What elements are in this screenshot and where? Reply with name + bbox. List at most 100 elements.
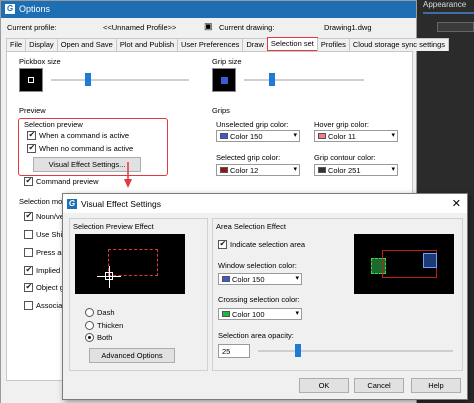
thicken-radio[interactable] [85, 321, 94, 330]
preview-label: Preview [19, 106, 46, 115]
preview-dashed-rect [108, 249, 158, 276]
command-preview-label: Command preview [36, 177, 99, 186]
noun-verb-checkbox[interactable] [24, 211, 33, 221]
selection-area-opacity-label: Selection area opacity: [218, 331, 294, 340]
object-grouping-checkbox[interactable] [24, 282, 33, 292]
chevron-down-icon: ▾ [295, 310, 299, 317]
tab-file[interactable]: File [6, 38, 27, 51]
appearance-tab[interactable]: Appearance [423, 0, 474, 10]
selected-grip-color-select[interactable]: Color 12 ▾ [216, 164, 300, 176]
unselected-grip-color-label: Unselected grip color: [216, 120, 289, 129]
visual-effect-title-bar: G Visual Effect Settings ✕ [63, 194, 467, 213]
visual-effect-settings-dialog: G Visual Effect Settings ✕ Selection Pre… [62, 193, 468, 400]
tab-display[interactable]: Display [25, 38, 58, 51]
selected-grip-color-value: Color 12 [230, 166, 259, 175]
pickbox-square [28, 77, 34, 83]
grip-contour-color-select[interactable]: Color 251 ▾ [314, 164, 398, 176]
chevron-down-icon: ▾ [391, 132, 395, 139]
crossing-selection-color-select[interactable]: Color 100 ▾ [218, 308, 302, 320]
visual-effect-title: Visual Effect Settings [81, 199, 162, 209]
pointer-arrow-icon [124, 162, 132, 188]
when-command-active-checkbox[interactable] [27, 130, 36, 140]
help-button[interactable]: Help [411, 378, 461, 393]
grip-square [221, 77, 228, 84]
grip-slider-track[interactable] [244, 79, 364, 81]
tab-open-and-save[interactable]: Open and Save [56, 38, 117, 51]
implied-windowing-checkbox[interactable] [24, 265, 33, 275]
app-logo-icon: G [67, 199, 77, 209]
grip-preview [212, 68, 236, 92]
crosshair-v-line [109, 266, 110, 288]
tab-selection-set[interactable]: Selection set [266, 37, 318, 51]
thicken-label: Thicken [97, 321, 124, 330]
grip-size-label: Grip size [212, 57, 242, 66]
window-selection-color-label: Window selection color: [218, 261, 297, 270]
tab-cloud-storage-sync[interactable]: Cloud storage sync settings [348, 38, 449, 51]
tab-user-preferences[interactable]: User Preferences [177, 38, 244, 51]
drawing-icon: ▣ [204, 21, 213, 31]
hover-grip-color-label: Hover grip color: [314, 120, 370, 129]
window-area-rect [423, 253, 437, 268]
grip-slider-thumb[interactable] [269, 73, 275, 86]
chevron-down-icon: ▾ [293, 132, 297, 139]
chevron-down-icon: ▾ [391, 166, 395, 173]
grip-contour-color-value: Color 251 [328, 166, 361, 175]
options-title: Options [19, 4, 51, 14]
grips-label: Grips [212, 106, 230, 115]
when-command-active-label: When a command is active [39, 131, 130, 140]
unselected-grip-color-select[interactable]: Color 150 ▾ [216, 130, 300, 142]
press-and-drag-checkbox[interactable] [24, 248, 33, 257]
background-control [437, 22, 474, 32]
both-radio[interactable] [85, 333, 94, 342]
indicate-selection-area-label: Indicate selection area [230, 240, 306, 249]
selection-modes-label: Selection mo [19, 197, 63, 206]
hover-grip-color-value: Color 11 [328, 132, 356, 141]
use-shift-label: Use Shif [36, 230, 65, 239]
background-accent-bar [423, 12, 474, 14]
crossing-selection-color-value: Color 100 [232, 310, 265, 319]
current-drawing-label: Current drawing: [219, 23, 275, 32]
pickbox-slider-track[interactable] [51, 79, 189, 81]
selection-preview-effect-label: Selection Preview Effect [73, 222, 154, 231]
associative-hatch-checkbox[interactable] [24, 301, 33, 310]
both-label: Both [97, 333, 113, 342]
area-selection-preview-canvas [354, 234, 454, 294]
color-swatch [318, 167, 326, 173]
options-title-bar: G Options [1, 1, 416, 18]
dash-radio[interactable] [85, 308, 94, 317]
opacity-input[interactable]: 25 [218, 344, 250, 358]
color-swatch [318, 133, 326, 139]
opacity-slider-thumb[interactable] [294, 344, 301, 357]
cancel-button[interactable]: Cancel [354, 378, 404, 393]
ok-button[interactable]: OK [299, 378, 349, 393]
tab-draw[interactable]: Draw [242, 38, 268, 51]
hover-grip-color-select[interactable]: Color 11 ▾ [314, 130, 398, 142]
pickbox-preview [19, 68, 43, 92]
indicate-selection-area-checkbox[interactable] [218, 239, 227, 249]
color-swatch [222, 311, 230, 317]
command-preview-checkbox[interactable] [24, 176, 33, 186]
selected-grip-color-label: Selected grip color: [216, 153, 281, 162]
color-swatch [220, 133, 228, 139]
when-no-command-active-label: When no command is active [39, 144, 134, 153]
crossing-selection-color-label: Crossing selection color: [218, 295, 300, 304]
grip-contour-color-label: Grip contour color: [314, 153, 376, 162]
selection-preview-label: Selection preview [24, 120, 83, 129]
use-shift-checkbox[interactable] [24, 230, 33, 239]
color-swatch [220, 167, 228, 173]
when-no-command-active-checkbox[interactable] [27, 143, 36, 153]
unselected-grip-color-value: Color 150 [230, 132, 263, 141]
dash-label: Dash [97, 308, 115, 317]
current-profile-label: Current profile: [7, 23, 57, 32]
tab-plot-and-publish[interactable]: Plot and Publish [115, 38, 179, 51]
window-selection-color-select[interactable]: Color 150 ▾ [218, 273, 302, 285]
close-icon[interactable]: ✕ [452, 197, 461, 210]
color-swatch [222, 276, 230, 282]
associative-hatch-label: Associat [36, 301, 65, 310]
opacity-slider-track[interactable] [258, 350, 453, 352]
tab-profiles[interactable]: Profiles [316, 38, 350, 51]
pickbox-slider-thumb[interactable] [85, 73, 91, 86]
advanced-options-button[interactable]: Advanced Options [89, 348, 175, 363]
window-selection-color-value: Color 150 [232, 275, 265, 284]
current-drawing-value: Drawing1.dwg [324, 23, 372, 32]
